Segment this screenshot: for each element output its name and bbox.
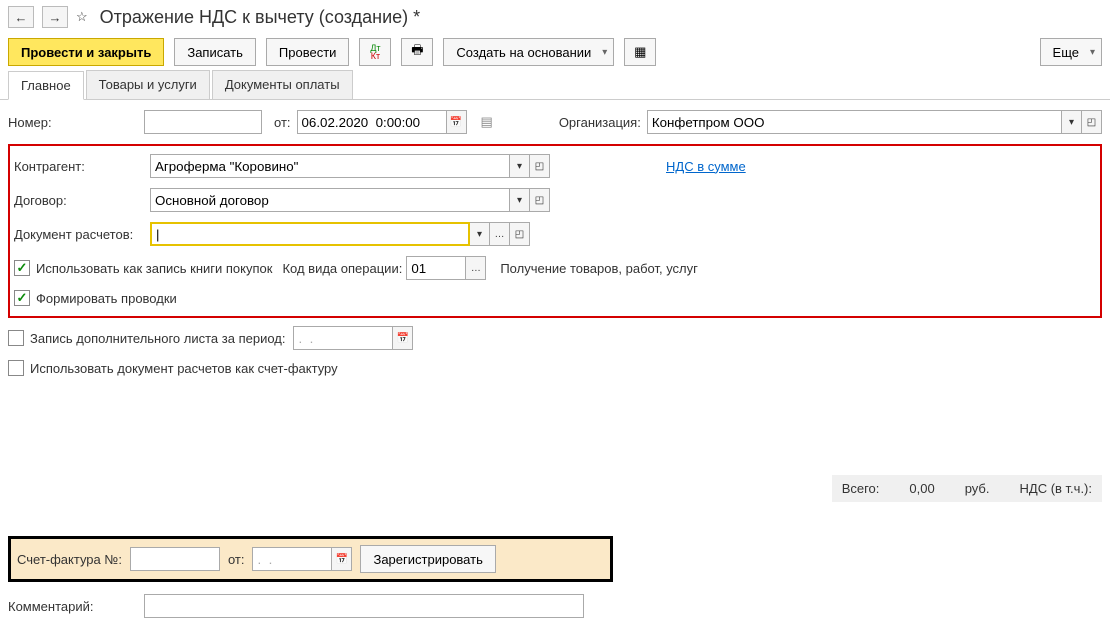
number-label: Номер: [8,115,138,130]
register-button[interactable]: Зарегистрировать [360,545,495,573]
invoice-number-input[interactable] [130,547,220,571]
dtkt-icon: ДтКт [370,44,380,60]
op-desc-label: Получение товаров, работ, услуг [500,261,698,276]
invoice-section: Счет-фактура №: от: 📅 Зарегистрировать [8,536,613,582]
write-button[interactable]: Записать [174,38,256,66]
invoice-label: Счет-фактура №: [17,552,122,567]
vat-label: НДС (в т.ч.): [1020,481,1093,496]
invoice-date-input[interactable] [252,547,332,571]
structure-icon: ▦ [634,44,646,60]
doc-open-button[interactable]: ◰ [510,222,530,246]
counterparty-label: Контрагент: [14,159,144,174]
contract-dropdown-button[interactable]: ▾ [510,188,530,212]
addl-sheet-checkbox[interactable] [8,330,24,346]
op-code-label: Код вида операции: [282,261,402,276]
structure-button[interactable]: ▦ [624,38,656,66]
use-doc-checkbox[interactable] [8,360,24,376]
tab-main[interactable]: Главное [8,71,84,100]
date-input[interactable] [297,110,447,134]
print-icon: 🖶 [411,41,423,63]
org-input[interactable] [647,110,1062,134]
comment-label: Комментарий: [8,599,138,614]
list-icon: ▤ [481,114,493,130]
highlighted-section: Контрагент: ▾ ◰ НДС в сумме Договор: ▾ ◰… [8,144,1102,318]
nav-back-button[interactable]: ← [8,6,34,28]
counterparty-input[interactable] [150,154,510,178]
counterparty-open-button[interactable]: ◰ [530,154,550,178]
contract-open-button[interactable]: ◰ [530,188,550,212]
doc-dropdown-button[interactable]: ▾ [470,222,490,246]
org-dropdown-button[interactable]: ▾ [1062,110,1082,134]
calendar-button[interactable]: 📅 [447,110,467,134]
addl-date-input[interactable] [293,326,393,350]
op-code-input[interactable] [406,256,466,280]
contract-label: Договор: [14,193,144,208]
doc-label: Документ расчетов: [14,227,144,242]
dtkt-button[interactable]: ДтКт [359,38,391,66]
invoice-from-label: от: [228,552,245,567]
form-entries-checkbox[interactable]: ✓ [14,290,30,306]
print-button[interactable]: 🖶 [401,38,433,66]
org-label: Организация: [559,115,641,130]
total-label: Всего: [842,481,880,496]
favorite-icon[interactable]: ☆ [76,9,88,25]
calendar-icon: 📅 [397,333,409,344]
tab-goods[interactable]: Товары и услуги [86,70,210,99]
form-entries-label: Формировать проводки [36,291,177,306]
invoice-calendar-button[interactable]: 📅 [332,547,352,571]
addl-sheet-label: Запись дополнительного листа за период: [30,331,285,346]
addl-calendar-button[interactable]: 📅 [393,326,413,350]
create-based-button[interactable]: Создать на основании [443,38,614,66]
doc-more-button[interactable]: … [490,222,510,246]
tab-pay-docs[interactable]: Документы оплаты [212,70,353,99]
contract-input[interactable] [150,188,510,212]
post-button[interactable]: Провести [266,38,350,66]
counterparty-dropdown-button[interactable]: ▾ [510,154,530,178]
page-title: Отражение НДС к вычету (создание) * [100,7,421,28]
doc-input[interactable] [150,222,470,246]
totals-panel: Всего: 0,00 руб. НДС (в т.ч.): [832,475,1102,502]
total-currency: руб. [965,481,990,496]
nav-forward-button[interactable]: → [42,6,68,28]
calendar-icon: 📅 [336,554,348,565]
use-doc-label: Использовать документ расчетов как счет-… [30,361,338,376]
vat-sum-link[interactable]: НДС в сумме [666,159,746,174]
book-entry-label: Использовать как запись книги покупок [36,261,272,276]
comment-input[interactable] [144,594,584,618]
number-input[interactable] [144,110,262,134]
post-and-close-button[interactable]: Провести и закрыть [8,38,164,66]
more-button[interactable]: Еще [1040,38,1102,66]
from-label: от: [274,115,291,130]
op-code-more-button[interactable]: … [466,256,486,280]
book-entry-checkbox[interactable]: ✓ [14,260,30,276]
total-value: 0,00 [909,481,934,496]
calendar-icon: 📅 [450,117,462,128]
org-open-button[interactable]: ◰ [1082,110,1102,134]
